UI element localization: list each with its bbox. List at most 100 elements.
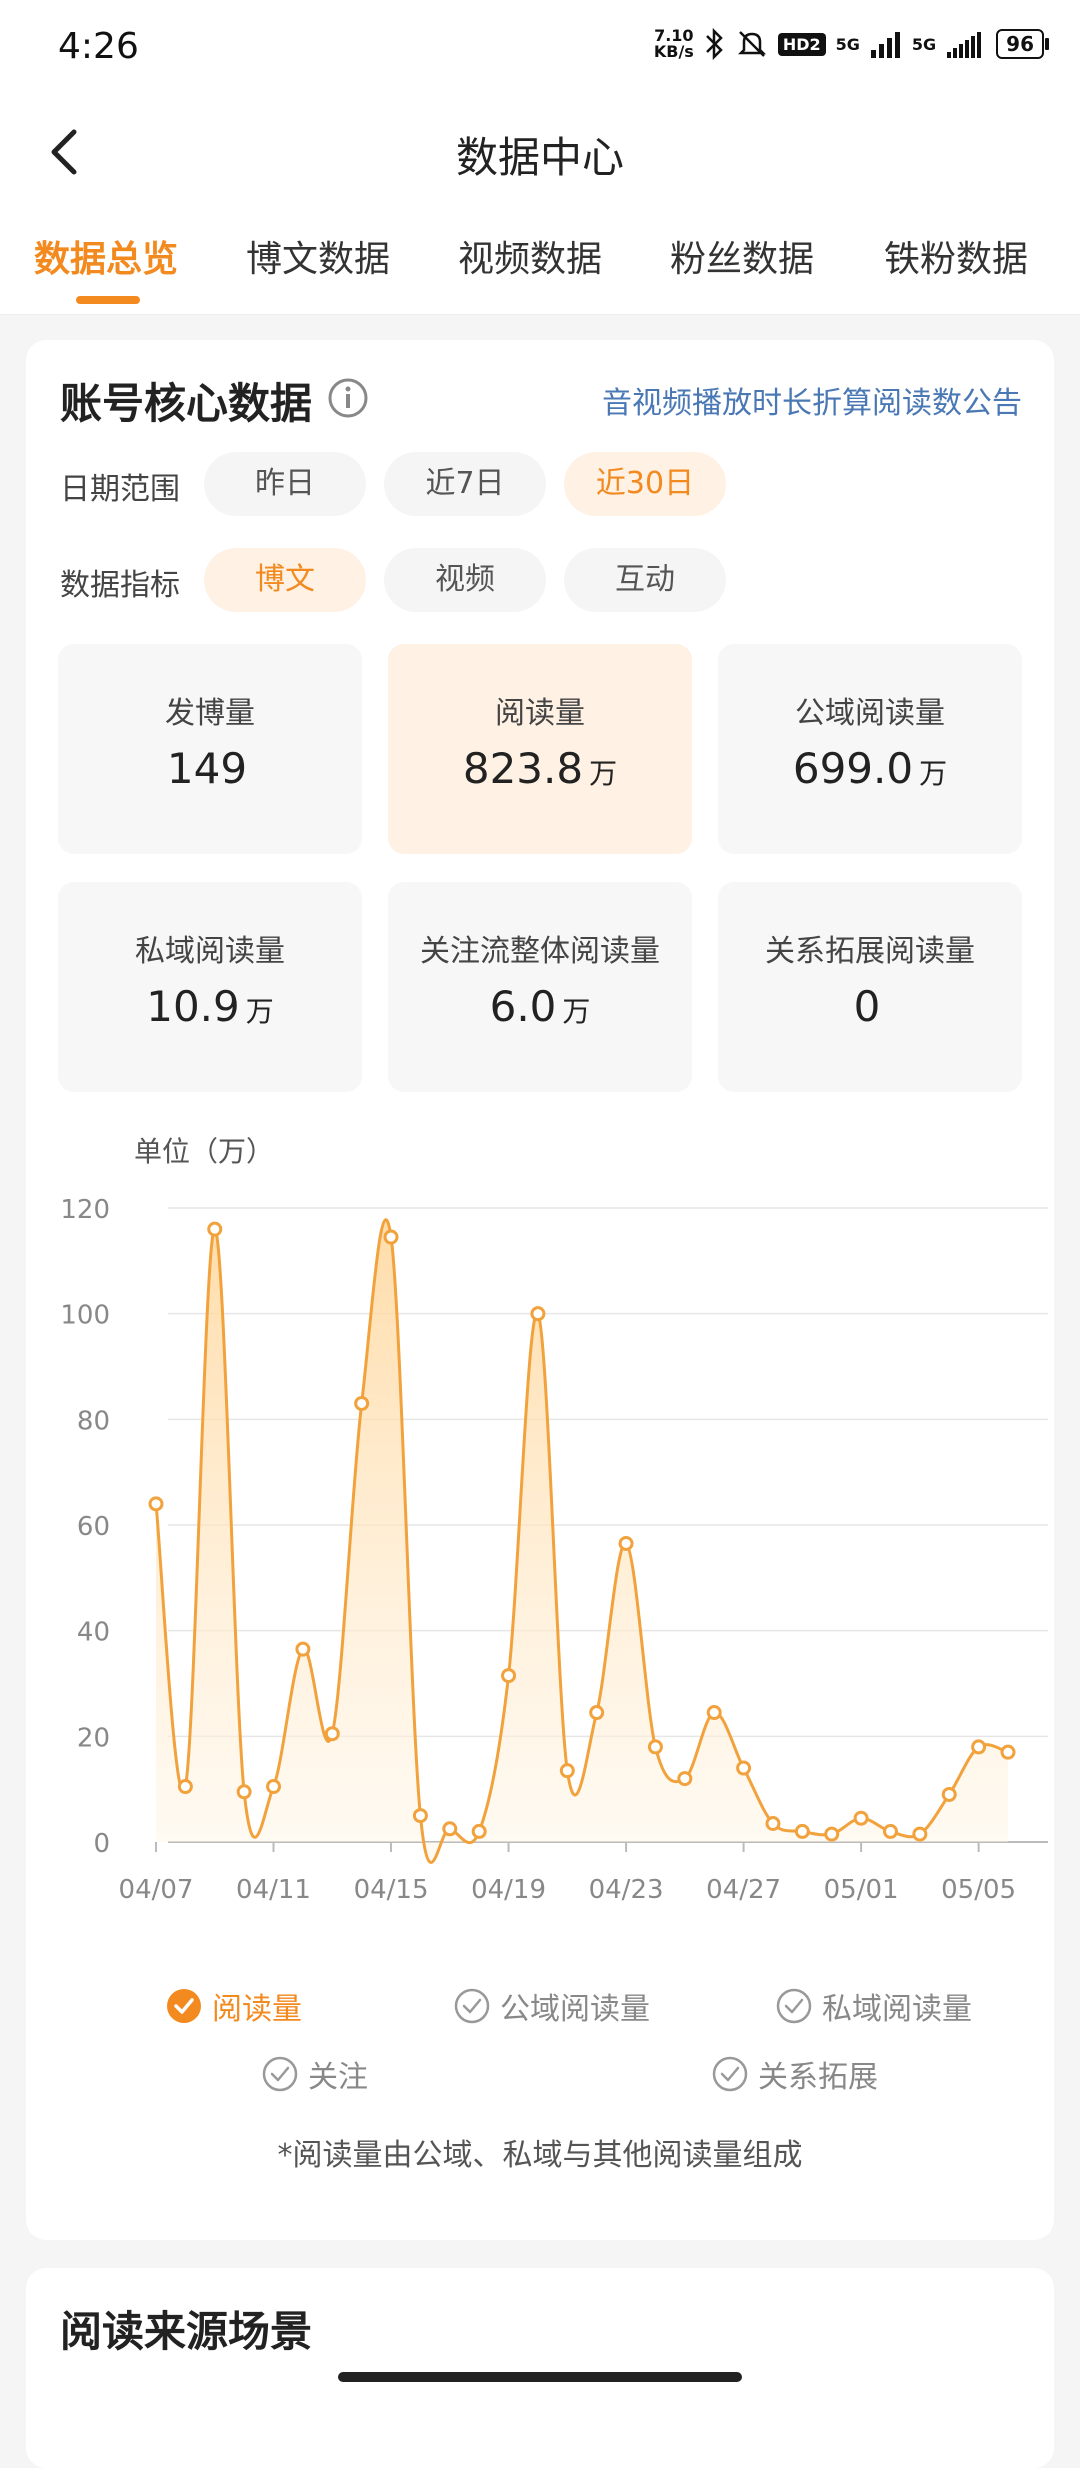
y-tick-label: 20 <box>77 1723 110 1753</box>
metric-option-interaction[interactable]: 互动 <box>564 548 726 612</box>
x-tick-label: 04/07 <box>119 1875 194 1905</box>
tab-fans[interactable]: 粉丝数据 <box>670 230 814 282</box>
chart-footnote: *阅读量由公域、私域与其他阅读量组成 <box>277 2138 803 2173</box>
data-point <box>412 1808 428 1824</box>
x-tick-label: 04/11 <box>236 1875 311 1905</box>
check-circle-icon <box>712 2056 748 2092</box>
data-point <box>677 1771 693 1787</box>
read-source-card: 阅读来源场景 <box>26 2268 1054 2468</box>
page-title: 数据中心 <box>455 133 624 182</box>
tab-posts[interactable]: 博文数据 <box>246 230 390 282</box>
x-tick-label: 04/23 <box>589 1875 664 1905</box>
y-tick-label: 40 <box>77 1618 110 1648</box>
metric-label: 发博量 <box>165 696 255 731</box>
reads-chart-svg[interactable]: 0 20 40 60 80 100 120 04/07 04/11 04/15 04/19 04/23… <box>26 1180 1054 1960</box>
data-point <box>765 1816 781 1832</box>
chart-unit-label: 单位（万） <box>134 1135 275 1168</box>
legend-follow[interactable]: 关注 <box>262 2052 368 2096</box>
metric-label: 关注流整体阅读量 <box>420 934 660 969</box>
data-point <box>736 1760 752 1776</box>
check-circle-icon <box>262 2056 298 2092</box>
x-tick-label: 05/05 <box>941 1875 1016 1905</box>
metric-value: 699.0 万 <box>792 744 948 793</box>
x-tick-label: 05/01 <box>824 1875 899 1905</box>
tab-bar: 数据总览 博文数据 视频数据 粉丝数据 铁粉数据 <box>0 200 1080 315</box>
check-circle-icon <box>776 1988 812 2024</box>
notice-link[interactable]: 音视频播放时长折算阅读数公告 <box>602 378 1022 422</box>
y-tick-label: 60 <box>77 1512 110 1542</box>
data-point <box>647 1739 663 1755</box>
metric-card-relation-reads[interactable]: 关系拓展阅读量 0 <box>718 882 1022 1092</box>
tab-overview[interactable]: 数据总览 <box>34 230 178 282</box>
data-point <box>794 1823 810 1839</box>
status-bar: 4:26 7.10 KB/s HD2 5G 5G 96 <box>0 0 1080 100</box>
date-option-yesterday[interactable]: 昨日 <box>204 452 366 516</box>
legend-public-reads[interactable]: 公域阅读量 <box>454 1984 650 2028</box>
tab-video[interactable]: 视频数据 <box>458 230 602 282</box>
data-point <box>324 1726 340 1742</box>
metric-label: 关系拓展阅读量 <box>765 934 975 969</box>
net-speed: 7.10 KB/s <box>653 26 694 61</box>
date-range-label: 日期范围 <box>60 472 180 507</box>
metric-value: 6.0 万 <box>489 982 591 1031</box>
metric-option-video[interactable]: 视频 <box>384 548 546 612</box>
data-point <box>1000 1744 1016 1760</box>
data-point <box>824 1826 840 1842</box>
metric-option-posts[interactable]: 博文 <box>204 548 366 612</box>
y-tick-label: 80 <box>77 1406 110 1436</box>
data-point <box>706 1705 722 1721</box>
date-option-7days[interactable]: 近7日 <box>384 452 546 516</box>
bluetooth-icon <box>705 28 723 60</box>
metric-value: 149 <box>166 744 248 793</box>
legend-relation[interactable]: 关系拓展 <box>712 2052 878 2096</box>
bell-muted-icon <box>737 31 766 57</box>
metric-type-label: 数据指标 <box>60 568 180 603</box>
data-point <box>853 1810 869 1826</box>
signal-icon-2 <box>947 32 982 58</box>
x-tick-label: 04/19 <box>471 1875 546 1905</box>
data-point <box>148 1496 164 1512</box>
data-point <box>618 1535 634 1551</box>
section-title: 阅读来源场景 <box>60 2307 313 2356</box>
home-indicator[interactable] <box>338 2372 742 2382</box>
metric-card-reads[interactable]: 阅读量 823.8 万 <box>388 644 692 854</box>
date-option-30days[interactable]: 近30日 <box>564 452 726 516</box>
legend-reads[interactable]: 阅读量 <box>166 1984 302 2028</box>
metric-card-private-reads[interactable]: 私域阅读量 10.9 万 <box>58 882 362 1092</box>
network-label-2: 5G <box>911 34 937 54</box>
data-point <box>882 1823 898 1839</box>
x-tick-label: 04/27 <box>706 1875 781 1905</box>
y-tick-label: 100 <box>60 1301 110 1331</box>
status-time: 4:26 <box>58 26 139 67</box>
data-point <box>501 1668 517 1684</box>
core-data-card: 账号核心数据 音视频播放时长折算阅读数公告 日期范围 昨日 近7日 近30日 数… <box>26 340 1054 2240</box>
data-point <box>589 1705 605 1721</box>
metric-label: 公域阅读量 <box>795 696 945 731</box>
data-point <box>236 1784 252 1800</box>
tab-iron-fans[interactable]: 铁粉数据 <box>884 230 1028 282</box>
y-tick-label: 120 <box>60 1195 110 1225</box>
battery-indicator: 96 <box>996 29 1049 59</box>
metric-card-follow-feed-reads[interactable]: 关注流整体阅读量 6.0 万 <box>388 882 692 1092</box>
data-point <box>941 1786 957 1802</box>
check-circle-filled-icon <box>167 1989 201 2023</box>
nav-bar: 数据中心 <box>0 100 1080 200</box>
data-point <box>912 1826 928 1842</box>
data-point <box>559 1763 575 1779</box>
data-point <box>530 1306 546 1322</box>
data-point <box>442 1821 458 1837</box>
network-label-1: 5G <box>835 34 860 54</box>
metric-card-posts[interactable]: 发博量 149 <box>58 644 362 854</box>
metric-value: 823.8 万 <box>462 744 618 793</box>
data-point <box>266 1779 282 1795</box>
data-point <box>295 1641 311 1657</box>
card-title: 账号核心数据 <box>60 379 313 428</box>
data-point <box>971 1739 987 1755</box>
metric-card-public-reads[interactable]: 公域阅读量 699.0 万 <box>718 644 1022 854</box>
tab-active-indicator <box>76 296 140 304</box>
info-icon[interactable] <box>326 376 370 420</box>
legend-private-reads[interactable]: 私域阅读量 <box>776 1984 972 2028</box>
data-point <box>177 1779 193 1795</box>
data-point <box>354 1395 370 1411</box>
metric-label: 阅读量 <box>495 696 585 731</box>
